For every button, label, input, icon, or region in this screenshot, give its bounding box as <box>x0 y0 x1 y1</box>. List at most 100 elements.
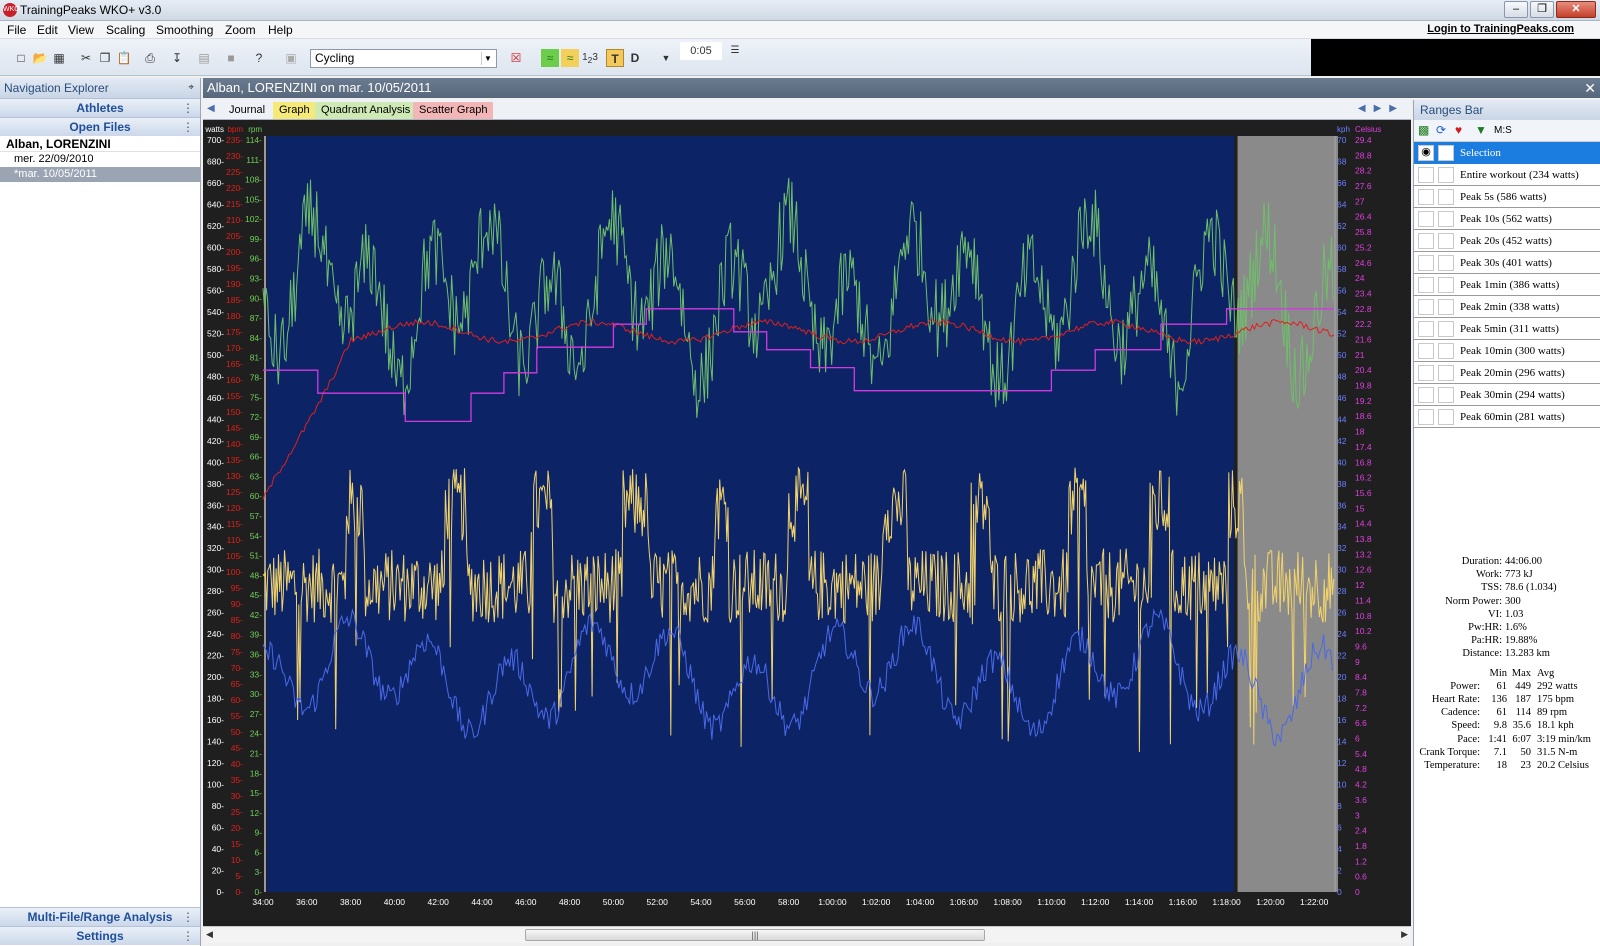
range-item[interactable]: Peak 10s (562 watts) <box>1414 208 1600 230</box>
overlay-checkbox[interactable] <box>1438 299 1454 315</box>
first-page-icon[interactable]: ◀ <box>207 103 215 114</box>
open-files-section[interactable]: Open Files ⋮ <box>0 117 200 136</box>
login-link[interactable]: Login to TrainingPeaks.com <box>1427 23 1574 35</box>
dropdown-arrow-icon[interactable]: ▼ <box>657 49 675 67</box>
paste-icon[interactable]: 📋 <box>115 49 133 67</box>
pin-icon[interactable]: ⌖ <box>188 78 194 98</box>
visibility-checkbox[interactable] <box>1418 365 1434 381</box>
overlay-checkbox[interactable] <box>1438 233 1454 249</box>
visibility-checkbox[interactable] <box>1418 409 1434 425</box>
window-icon[interactable]: ▣ <box>282 49 300 67</box>
cut-icon[interactable]: ✂ <box>77 49 95 67</box>
visibility-checkbox[interactable] <box>1418 255 1434 271</box>
athlete-name[interactable]: Alban, LORENZINI <box>0 136 200 152</box>
visibility-checkbox[interactable] <box>1418 189 1434 205</box>
overlay-checkbox[interactable] <box>1438 255 1454 271</box>
tab-quadrant-analysis[interactable]: Quadrant Analysis <box>315 102 417 119</box>
overlay-checkbox[interactable] <box>1438 365 1454 381</box>
overlay-checkbox[interactable] <box>1438 145 1454 161</box>
visibility-checkbox[interactable] <box>1418 211 1434 227</box>
heart-icon[interactable]: ♥ <box>1455 123 1462 137</box>
menu-zoom[interactable]: Zoom <box>225 23 256 37</box>
close-icon[interactable]: ✕ <box>1556 1 1596 18</box>
range-item[interactable]: Peak 1min (386 watts) <box>1414 274 1600 296</box>
graph-scrollbar[interactable]: ◀ ||| ▶ <box>203 926 1411 943</box>
help-icon[interactable]: ? <box>250 49 268 67</box>
scroll-thumb[interactable]: ||| <box>525 929 985 941</box>
overlay-checkbox[interactable] <box>1438 277 1454 293</box>
graph-fill-icon[interactable]: ≈ <box>561 49 579 67</box>
tab-graph[interactable]: Graph <box>273 102 316 119</box>
calendar-icon[interactable]: ▤ <box>195 49 213 67</box>
visibility-checkbox[interactable] <box>1418 321 1434 337</box>
numbers-icon[interactable]: 123 <box>581 49 599 67</box>
overlay-checkbox[interactable] <box>1438 167 1454 183</box>
smoothing-value[interactable]: 0:05 <box>680 42 722 60</box>
save-icon[interactable]: ▦ <box>50 49 68 67</box>
file-item[interactable]: mer. 22/09/2010 <box>0 152 200 167</box>
range-item[interactable]: Entire workout (234 watts) <box>1414 164 1600 186</box>
ms-label[interactable]: M:S <box>1494 125 1512 136</box>
visibility-checkbox[interactable] <box>1418 277 1434 293</box>
multi-file-section[interactable]: Multi-File/Range Analysis ⋮ <box>0 907 200 926</box>
range-item[interactable]: Peak 60min (281 watts) <box>1414 406 1600 428</box>
range-item[interactable]: Peak 30min (294 watts) <box>1414 384 1600 406</box>
range-item[interactable]: Peak 20s (452 watts) <box>1414 230 1600 252</box>
visibility-checkbox[interactable] <box>1418 299 1434 315</box>
menu-edit[interactable]: Edit <box>37 23 58 37</box>
menu-view[interactable]: View <box>68 23 94 37</box>
range-item[interactable]: Peak 30s (401 watts) <box>1414 252 1600 274</box>
stop-icon[interactable]: ■ <box>222 49 240 67</box>
settings-section[interactable]: Settings ⋮ <box>0 926 200 945</box>
print-icon[interactable]: ⎙ <box>141 49 159 67</box>
overlay-checkbox[interactable] <box>1438 387 1454 403</box>
more-icon[interactable]: ⋮ <box>182 908 194 926</box>
device-download-icon[interactable]: ↧ <box>168 49 186 67</box>
workout-graph[interactable]: 0- 20- 40- 60- 80- 100- 120- 140- 160- 180- 200- 22… <box>203 120 1411 926</box>
graph-toggle-icon[interactable]: ≈ <box>541 49 559 67</box>
tab-scroll-icons[interactable]: ◀▶▶ <box>1358 103 1405 114</box>
tab-scatter-graph[interactable]: Scatter Graph <box>413 102 494 119</box>
time-axis-button[interactable]: T <box>606 49 624 67</box>
visibility-checkbox[interactable] <box>1418 343 1434 359</box>
visibility-checkbox[interactable] <box>1418 387 1434 403</box>
overlay-checkbox[interactable] <box>1438 343 1454 359</box>
copy-icon[interactable]: ❐ <box>96 49 114 67</box>
scroll-right-icon[interactable]: ▶ <box>1401 929 1408 940</box>
menu-help[interactable]: Help <box>268 23 293 37</box>
range-item-selected[interactable]: ◉ Selection <box>1414 142 1600 164</box>
range-item[interactable]: Peak 2min (338 watts) <box>1414 296 1600 318</box>
minimize-icon[interactable]: – <box>1504 1 1528 18</box>
menu-scaling[interactable]: Scaling <box>106 23 145 37</box>
more-icon[interactable]: ⋮ <box>182 927 194 945</box>
scroll-left-icon[interactable]: ◀ <box>206 929 213 940</box>
new-file-icon[interactable]: □ <box>12 49 30 67</box>
close-document-icon[interactable]: ✕ <box>1584 78 1596 98</box>
overlay-checkbox[interactable] <box>1438 189 1454 205</box>
visibility-checkbox[interactable] <box>1418 167 1434 183</box>
range-item[interactable]: Peak 10min (300 watts) <box>1414 340 1600 362</box>
more-icon[interactable]: ⋮ <box>182 99 194 117</box>
menu-smoothing[interactable]: Smoothing <box>156 23 213 37</box>
eye-icon[interactable]: ◉ <box>1418 145 1434 161</box>
overlay-checkbox[interactable] <box>1438 409 1454 425</box>
workout-graph-svg[interactable]: 0-20-40-60-80-100-120-140-160-180-200-22… <box>203 120 1411 926</box>
range-item[interactable]: Peak 20min (296 watts) <box>1414 362 1600 384</box>
athletes-section[interactable]: Athletes ⋮ <box>0 98 200 117</box>
tab-journal[interactable]: Journal <box>223 102 272 119</box>
refresh-icon[interactable]: ⟳ <box>1436 123 1446 137</box>
delete-range-icon[interactable]: ☒ <box>507 49 525 67</box>
file-item-selected[interactable]: *mar. 10/05/2011 <box>0 167 200 182</box>
overlay-checkbox[interactable] <box>1438 321 1454 337</box>
sport-select[interactable]: Cycling ▼ <box>310 49 497 68</box>
distance-axis-button[interactable]: D <box>626 49 644 67</box>
filter-icon[interactable]: ▼ <box>1475 123 1487 137</box>
overlay-checkbox[interactable] <box>1438 211 1454 227</box>
image-icon[interactable]: ▩ <box>1418 123 1429 137</box>
visibility-checkbox[interactable] <box>1418 233 1434 249</box>
restore-icon[interactable]: ❐ <box>1530 1 1554 18</box>
range-item[interactable]: Peak 5min (311 watts) <box>1414 318 1600 340</box>
stepper-icon[interactable]: ☰ <box>726 42 744 60</box>
more-icon[interactable]: ⋮ <box>182 118 194 136</box>
range-item[interactable]: Peak 5s (586 watts) <box>1414 186 1600 208</box>
